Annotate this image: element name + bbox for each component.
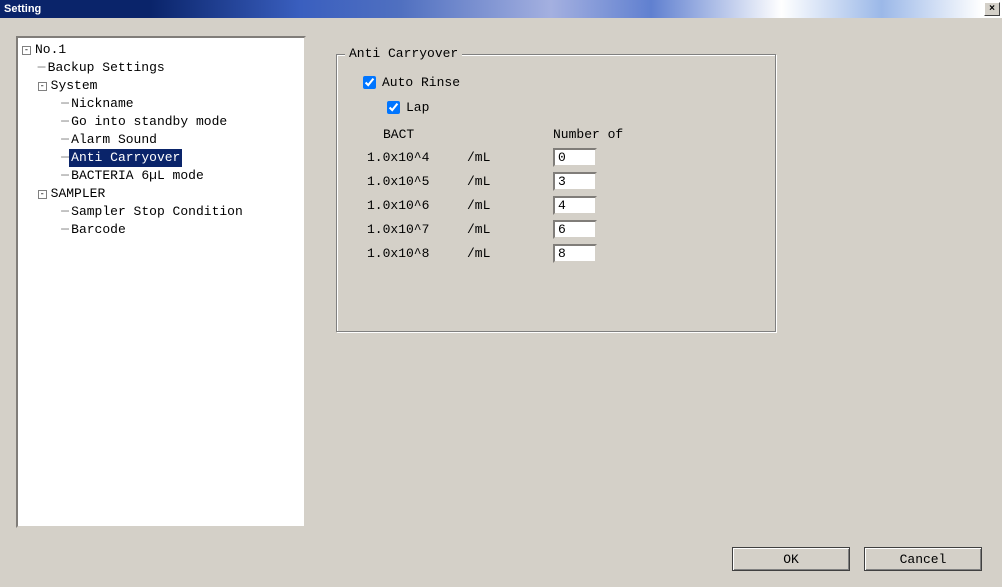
expander-icon[interactable]: - [38,82,47,91]
unit-label: /mL [467,222,553,237]
table-row: 1.0x10^6 /mL [359,196,753,215]
col-bact-header: BACT [383,127,483,142]
auto-rinse-checkbox[interactable] [363,76,376,89]
window-title: Setting [4,3,41,15]
columns-header: BACT Number of [359,127,753,142]
tree-label[interactable]: Go into standby mode [69,113,229,131]
ok-button[interactable]: OK [732,547,850,571]
close-icon[interactable]: × [984,2,1000,16]
unit-label: /mL [467,174,553,189]
lap-row: Lap [383,98,753,117]
table-row: 1.0x10^5 /mL [359,172,753,191]
number-field[interactable] [553,172,597,191]
tree-label[interactable]: System [49,77,100,95]
expander-icon[interactable]: - [38,190,47,199]
anti-carryover-group: Anti Carryover Auto Rinse Lap BACT Numbe… [336,54,776,332]
tree-node-bacteria[interactable]: ─ BACTERIA 6µL mode [22,167,300,185]
tree-label[interactable]: No.1 [33,41,68,59]
group-legend: Anti Carryover [345,46,462,61]
lap-checkbox[interactable] [387,101,400,114]
tree-node-no1[interactable]: - No.1 [22,41,300,59]
number-field[interactable] [553,196,597,215]
tree-label[interactable]: Sampler Stop Condition [69,203,245,221]
tree-node-anti-carryover[interactable]: ─ Anti Carryover [22,149,300,167]
tree-label[interactable]: SAMPLER [49,185,108,203]
tree-node-alarm[interactable]: ─ Alarm Sound [22,131,300,149]
tree-node-sampler[interactable]: - SAMPLER [22,185,300,203]
unit-label: /mL [467,246,553,261]
bact-value: 1.0x10^5 [367,174,467,189]
bact-value: 1.0x10^4 [367,150,467,165]
auto-rinse-label: Auto Rinse [382,75,460,90]
tree-label[interactable]: Alarm Sound [69,131,159,149]
bact-value: 1.0x10^8 [367,246,467,261]
table-row: 1.0x10^4 /mL [359,148,753,167]
expander-icon[interactable]: - [22,46,31,55]
bact-value: 1.0x10^7 [367,222,467,237]
settings-tree[interactable]: - No.1 ─ Backup Settings - System ─ Nick… [16,36,306,528]
unit-label: /mL [467,150,553,165]
client-area: - No.1 ─ Backup Settings - System ─ Nick… [0,18,1002,587]
tree-label[interactable]: BACTERIA 6µL mode [69,167,206,185]
tree-node-barcode[interactable]: ─ Barcode [22,221,300,239]
number-field[interactable] [553,148,597,167]
tree-node-system[interactable]: - System [22,77,300,95]
titlebar: Setting × [0,0,1002,18]
auto-rinse-row: Auto Rinse [359,73,753,92]
tree-label[interactable]: Anti Carryover [69,149,182,167]
cancel-button[interactable]: Cancel [864,547,982,571]
table-row: 1.0x10^7 /mL [359,220,753,239]
col-number-header: Number of [553,127,673,142]
tree-label[interactable]: Backup Settings [46,59,167,77]
bact-value: 1.0x10^6 [367,198,467,213]
tree-node-nickname[interactable]: ─ Nickname [22,95,300,113]
table-row: 1.0x10^8 /mL [359,244,753,263]
tree-label[interactable]: Barcode [69,221,128,239]
tree-node-stop-condition[interactable]: ─ Sampler Stop Condition [22,203,300,221]
tree-label[interactable]: Nickname [69,95,135,113]
tree-node-backup[interactable]: ─ Backup Settings [22,59,300,77]
tree-node-standby[interactable]: ─ Go into standby mode [22,113,300,131]
number-field[interactable] [553,244,597,263]
unit-label: /mL [467,198,553,213]
lap-label: Lap [406,100,429,115]
button-bar: OK Cancel [732,547,982,571]
number-field[interactable] [553,220,597,239]
